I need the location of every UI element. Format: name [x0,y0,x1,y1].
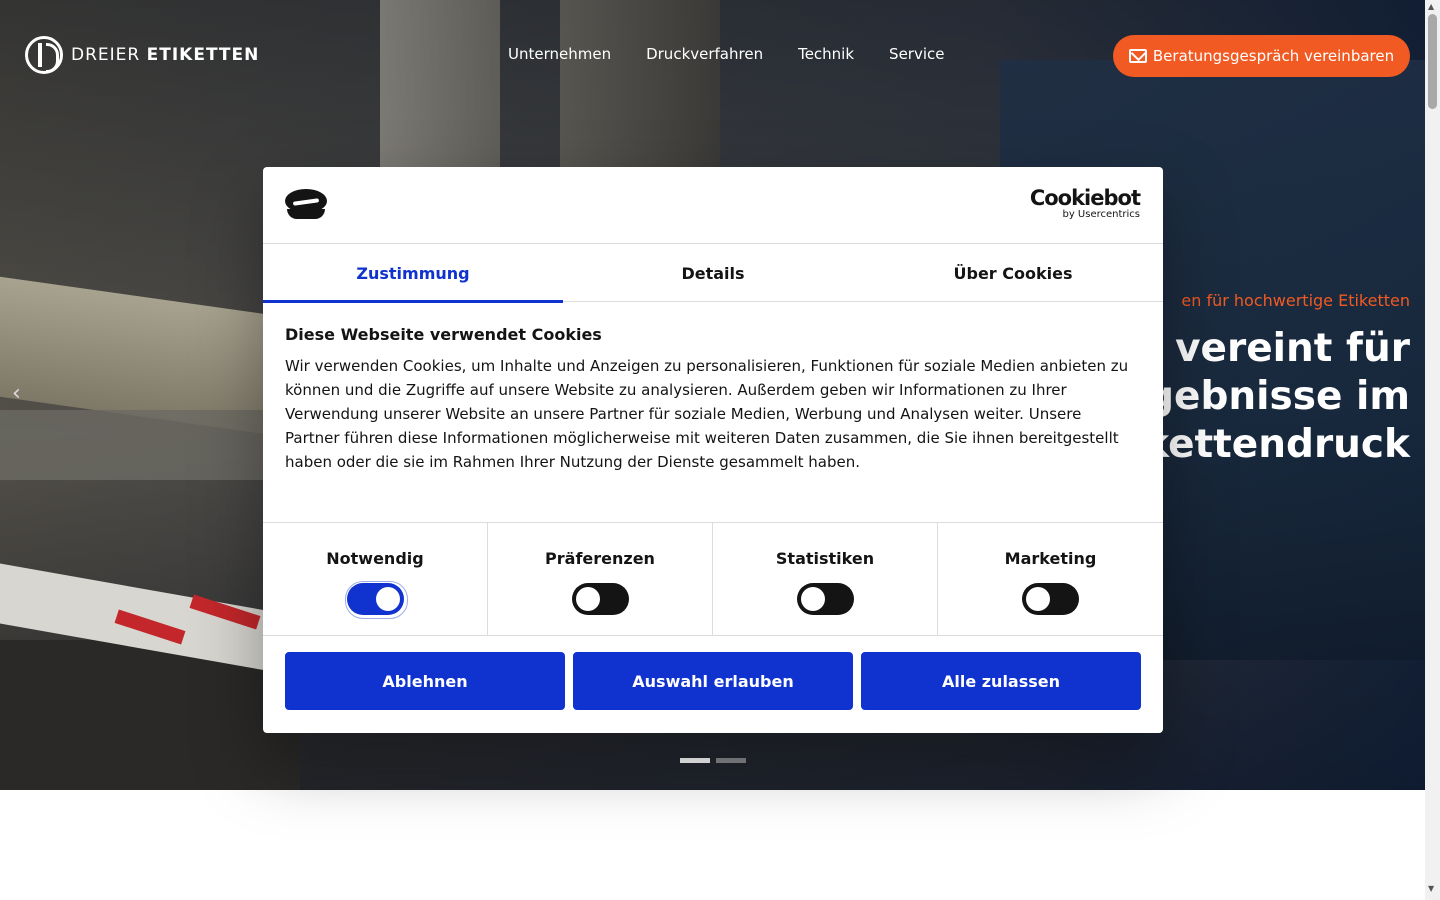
scroll-down-icon[interactable]: ▼ [1428,884,1434,893]
dialog-buttons: Ablehnen Auswahl erlauben Alle zulassen [285,652,1141,710]
page-scrollbar[interactable]: ▲ ▼ [1425,0,1440,900]
consultation-button-label: Beratungsgespräch vereinbaren [1152,47,1395,65]
category-praeferenzen: Präferenzen [488,523,713,636]
logo-text-light: DREIER [71,45,141,65]
site-logo[interactable]: DREIER ETIKETTEN [25,36,259,74]
category-label: Marketing [1004,549,1097,568]
consent-categories: Notwendig Präferenzen Statistiken Market… [263,522,1163,636]
dialog-body: Diese Webseite verwendet Cookies Wir ver… [285,325,1135,474]
category-notwendig: Notwendig [263,523,488,636]
category-label: Notwendig [326,549,424,568]
menu-item-service[interactable]: Service [889,45,944,63]
logo-text: DREIER ETIKETTEN [71,45,259,65]
category-label: Statistiken [775,549,875,568]
cookie-icon [285,189,327,221]
envelope-icon [1128,49,1147,63]
tab-ueber-cookies[interactable]: Über Cookies [863,244,1163,302]
category-statistiken: Statistiken [713,523,938,636]
tab-zustimmung[interactable]: Zustimmung [263,244,563,303]
cookiebot-logo-name: Cookiebot [1029,186,1141,210]
tab-details[interactable]: Details [563,244,863,302]
dialog-description: Wir verwenden Cookies, um Inhalte und An… [285,357,1129,471]
scroll-up-icon[interactable]: ▲ [1428,2,1434,11]
dialog-tabs: Zustimmung Details Über Cookies [263,244,1163,303]
slider-dot[interactable] [716,758,746,763]
menu-item-druckverfahren[interactable]: Druckverfahren [646,45,763,63]
category-marketing: Marketing [938,523,1163,636]
cookiebot-logo[interactable]: Cookiebot by Usercentrics [1029,186,1141,221]
slider-prev-icon[interactable]: ‹ [12,382,28,406]
slider-dot[interactable] [680,758,710,763]
category-label: Präferenzen [545,549,655,568]
cookiebot-logo-byline: by Usercentrics [1062,209,1140,220]
scrollbar-thumb[interactable] [1428,14,1437,109]
toggle-marketing[interactable] [1022,583,1079,615]
cookie-consent-dialog: Cookiebot by Usercentrics Zustimmung Det… [263,167,1163,733]
toggle-praeferenzen[interactable] [571,583,629,615]
menu-item-unternehmen[interactable]: Unternehmen [508,45,611,63]
toggle-notwendig[interactable] [344,581,408,619]
dialog-header: Cookiebot by Usercentrics [263,167,1163,244]
allow-selection-button[interactable]: Auswahl erlauben [573,652,853,710]
deny-button[interactable]: Ablehnen [285,652,565,710]
hero-image-machine [0,410,290,480]
allow-all-button[interactable]: Alle zulassen [861,652,1141,710]
consultation-button[interactable]: Beratungsgespräch vereinbaren [1113,35,1410,77]
toggle-statistiken[interactable] [796,583,854,615]
menu-item-technik[interactable]: Technik [798,45,854,63]
main-menu: Unternehmen Druckverfahren Technik Servi… [508,45,944,63]
logo-icon [25,36,63,74]
logo-text-bold: ETIKETTEN [146,45,260,65]
slider-pagination [680,758,746,763]
top-navigation: DREIER ETIKETTEN Unternehmen Druckverfah… [0,0,1425,110]
hero-kicker: en für hochwertige Etiketten [1181,291,1410,310]
dialog-title: Diese Webseite verwendet Cookies [285,325,602,344]
